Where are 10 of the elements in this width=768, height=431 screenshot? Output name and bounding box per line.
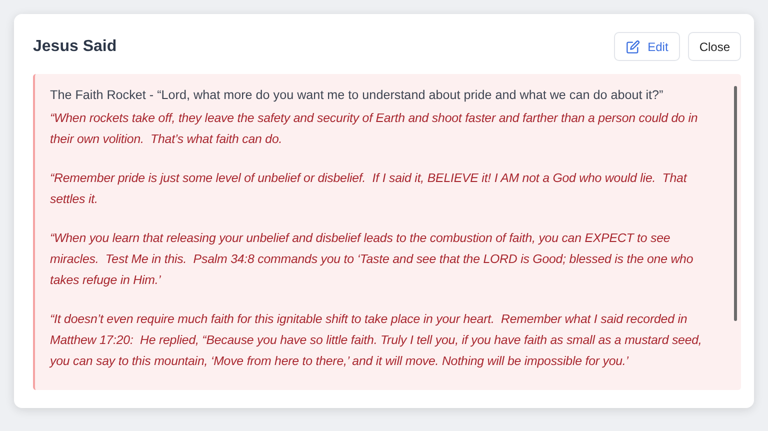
quote-paragraph: “Remember pride is just some level of unbelief or disbelief. If I said it, BELIEVE it! I AM not a God who would lie. That settles it. bbox=[50, 170, 688, 208]
scrollbar[interactable] bbox=[734, 86, 737, 321]
close-button[interactable]: Close bbox=[688, 32, 741, 61]
quote-paragraph: “It doesn’t even require much faith for this ignitable shift to take place in your heart. Remember what I said recorded in Matthew 17:20: He replied, “Because you have so little faith. Truly I tell you, if you have faith as small as a mustard seed, you can say to this mountain, ‘Move from here to there,’ and it will move. Nothing will be impossible for you.’ bbox=[50, 311, 703, 370]
quote-paragraph: “When rockets take off, they leave the safety and security of Earth and shoot faster and farther than a person could do in their own volition. That’s what faith can do. bbox=[50, 110, 699, 148]
dialog-title: Jesus Said bbox=[33, 38, 117, 56]
edit-button[interactable]: Edit bbox=[614, 32, 680, 61]
edit-icon bbox=[626, 40, 640, 54]
quote-paragraph: “When you learn that releasing your unbelief and disbelief leads to the combustion of faith, you can EXPECT to see miracles. Test Me in this. Psalm 34:8 commands you to ‘Taste and see that the LORD is Good; blessed is the one who takes refuge in Him.’ bbox=[50, 230, 694, 289]
message-heading: The Faith Rocket - “Lord, what more do you want me to understand about pride and what we can do about it?” bbox=[50, 87, 664, 104]
